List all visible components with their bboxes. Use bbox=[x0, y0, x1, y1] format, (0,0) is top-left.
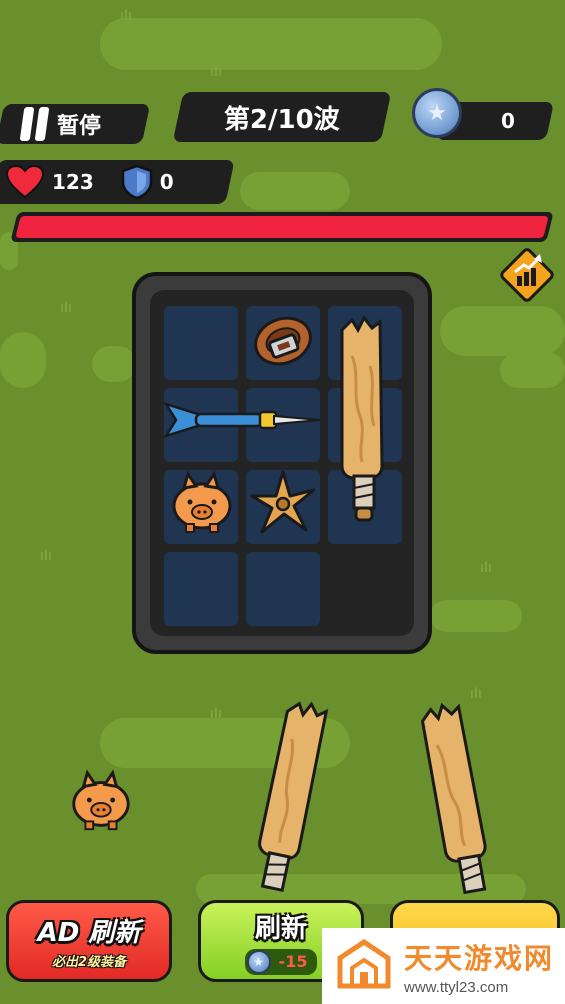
coin-icon: ★ bbox=[412, 88, 462, 138]
coin-count: 0 bbox=[501, 109, 515, 133]
coin-icon: ★ bbox=[246, 949, 271, 974]
inventory-slot[interactable] bbox=[164, 552, 238, 626]
grass-tuft: ıIı bbox=[480, 560, 492, 576]
wave-indicator: 第2/10波 bbox=[172, 92, 392, 142]
grass-patch bbox=[440, 306, 565, 356]
inventory-slot[interactable] bbox=[164, 306, 238, 380]
inventory-slot[interactable] bbox=[246, 552, 320, 626]
watermark-title: 天天游戏网 bbox=[404, 941, 555, 975]
wooden-club-icon[interactable] bbox=[330, 316, 396, 528]
piggy-bank-icon[interactable] bbox=[66, 768, 134, 834]
piggy-bank-icon[interactable] bbox=[166, 470, 236, 536]
grass-patch bbox=[240, 172, 350, 210]
refresh-cost-value: -15 bbox=[278, 952, 308, 971]
grass-tuft: ıIı bbox=[120, 8, 132, 24]
belt-icon[interactable] bbox=[246, 304, 320, 378]
shuriken-icon[interactable] bbox=[248, 468, 318, 538]
ad-refresh-sublabel: 必出2级装备 bbox=[51, 955, 127, 970]
grass-patch bbox=[500, 352, 565, 388]
wooden-club-icon[interactable] bbox=[420, 702, 500, 912]
chart-up-icon bbox=[500, 248, 554, 302]
ad-refresh-button[interactable]: AD 刷新 必出2级装备 bbox=[6, 900, 172, 982]
grass-patch bbox=[92, 346, 136, 382]
grass-patch bbox=[430, 600, 522, 632]
grass-patch bbox=[0, 332, 46, 388]
shield-icon bbox=[121, 164, 152, 200]
health-value: 123 bbox=[52, 170, 94, 194]
health-armor-panel: 123 0 bbox=[0, 160, 235, 204]
watermark-logo-icon bbox=[337, 938, 391, 989]
watermark-url: www.ttyl23.com bbox=[404, 978, 509, 996]
wave-label: 第2/10波 bbox=[224, 104, 340, 135]
health-bar bbox=[10, 212, 554, 242]
grass-tuft: ıIı bbox=[210, 706, 222, 722]
ad-refresh-label: AD 刷新 bbox=[37, 918, 141, 948]
grass-patch bbox=[100, 18, 442, 70]
refresh-label: 刷新 bbox=[254, 913, 307, 944]
pause-icon bbox=[19, 107, 50, 141]
stats-button[interactable] bbox=[498, 246, 556, 304]
grass-tuft: ıIı bbox=[40, 548, 52, 564]
pause-label: 暂停 bbox=[57, 114, 102, 139]
grass-tuft: ıIı bbox=[210, 64, 222, 80]
health-bar-fill bbox=[15, 216, 549, 238]
grass-tuft: ıIı bbox=[60, 300, 72, 316]
refresh-cost: ★ -15 bbox=[244, 948, 318, 975]
wooden-club-icon[interactable] bbox=[250, 700, 330, 910]
grass-tuft: ıIı bbox=[470, 686, 482, 702]
armor-value: 0 bbox=[159, 170, 174, 194]
dart-icon[interactable] bbox=[164, 398, 322, 442]
heart-icon bbox=[6, 165, 44, 199]
pause-button[interactable]: 暂停 bbox=[0, 104, 151, 144]
watermark: 天天游戏网 www.ttyl23.com bbox=[322, 928, 565, 1004]
